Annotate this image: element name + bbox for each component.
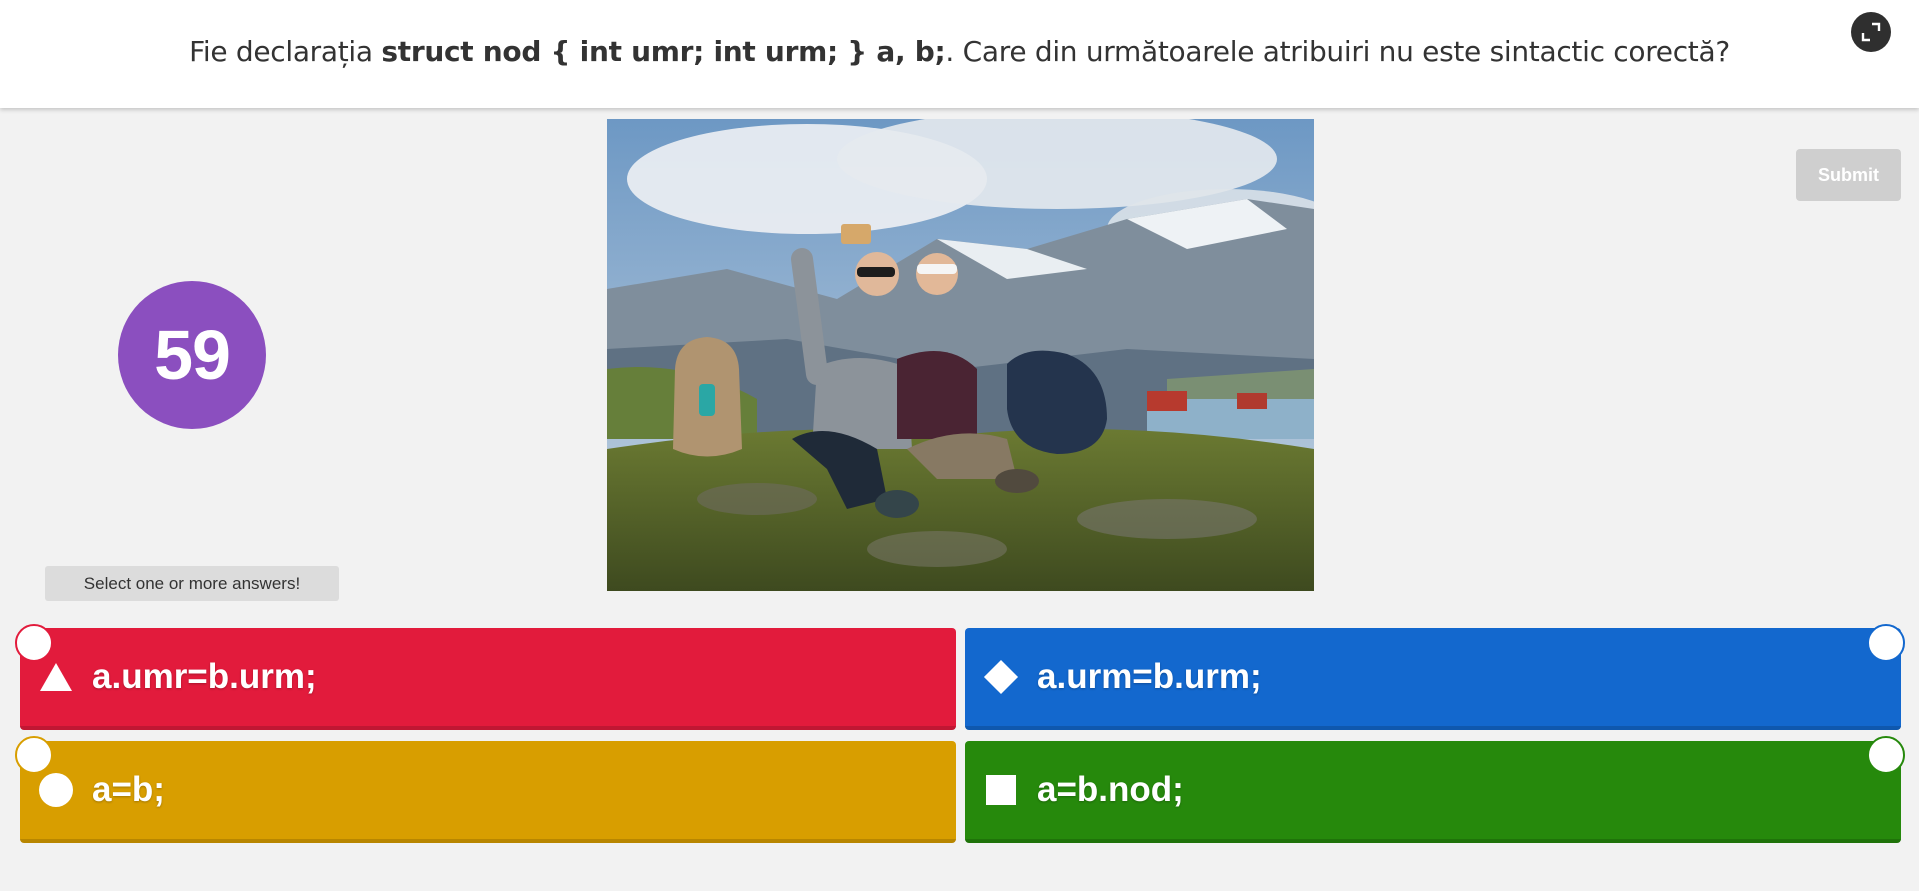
answer-label: a=b.nod; (1037, 770, 1184, 809)
countdown-timer: 59 (118, 281, 266, 429)
question-text: Fie declarația struct nod { int umr; int… (189, 35, 1730, 68)
answer-b-checkbox[interactable] (1867, 624, 1905, 662)
answer-a-checkbox[interactable] (15, 624, 53, 662)
answer-option-c[interactable]: a=b; (20, 741, 956, 843)
answer-option-d[interactable]: a=b.nod; (965, 741, 1901, 843)
question-code: struct nod { int umr; int urm; } a, b; (381, 34, 946, 68)
fullscreen-button[interactable] (1851, 12, 1891, 52)
expand-icon (1861, 22, 1881, 42)
answer-option-b[interactable]: a.urm=b.urm; (965, 628, 1901, 730)
answer-label: a.umr=b.urm; (92, 657, 317, 696)
circle-icon (38, 772, 74, 808)
question-prefix: Fie declarația (189, 34, 382, 68)
answer-label: a=b; (92, 770, 165, 809)
answer-option-a[interactable]: a.umr=b.urm; (20, 628, 956, 730)
question-header: Fie declarația struct nod { int umr; int… (0, 0, 1919, 108)
answer-d-checkbox[interactable] (1867, 736, 1905, 774)
triangle-icon (38, 659, 74, 695)
answer-label: a.urm=b.urm; (1037, 657, 1262, 696)
answer-c-checkbox[interactable] (15, 736, 53, 774)
submit-button[interactable]: Submit (1796, 149, 1901, 201)
square-icon (983, 772, 1019, 808)
diamond-icon (983, 659, 1019, 695)
question-suffix: . Care din următoarele atribuiri nu este… (945, 34, 1730, 68)
question-image (607, 119, 1314, 591)
answer-hint: Select one or more answers! (45, 566, 339, 601)
